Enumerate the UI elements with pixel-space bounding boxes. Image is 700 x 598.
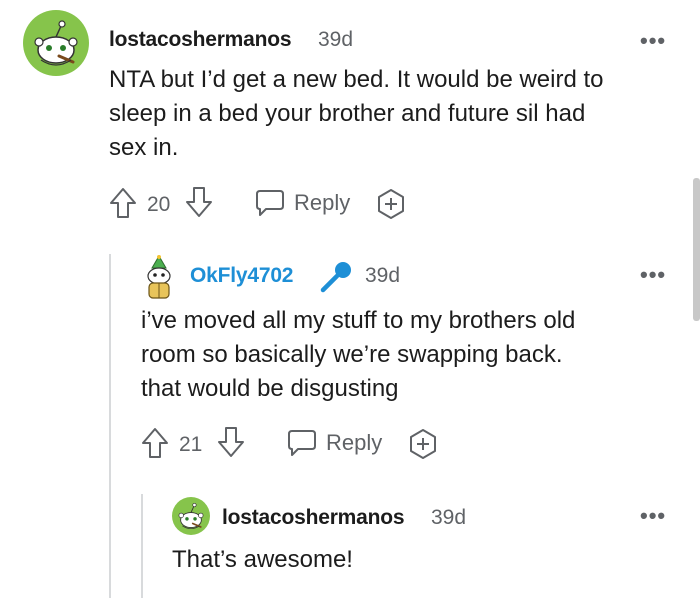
comment-username[interactable]: lostacoshermanos <box>222 506 405 530</box>
comment-timestamp: 39d <box>318 28 354 51</box>
scrollbar-thumb[interactable] <box>693 178 700 321</box>
vote-count: 20 <box>147 193 171 216</box>
more-options-button[interactable]: ••• <box>640 503 666 529</box>
comment-text-line: NTA but I’d get a new bed. It would be w… <box>109 66 604 93</box>
comment-text-line: sleep in a bed your brother and future s… <box>109 100 586 127</box>
thread-line[interactable] <box>141 494 143 598</box>
comment-text: That’s awesome! <box>172 543 652 577</box>
downvote-button[interactable] <box>216 425 246 459</box>
reply-label: Reply <box>294 190 351 215</box>
award-plus-icon <box>378 189 404 219</box>
reply-label: Reply <box>326 430 383 455</box>
comment-timestamp: 39d <box>365 264 401 287</box>
upvote-button[interactable] <box>140 426 170 460</box>
downvote-button[interactable] <box>184 185 214 219</box>
downvote-arrow-icon <box>218 427 244 457</box>
comment-username[interactable]: lostacoshermanos <box>109 28 292 52</box>
comment-username[interactable]: OkFly4702 <box>190 264 293 288</box>
avatar[interactable] <box>23 10 89 76</box>
comment-timestamp: 39d <box>431 506 467 529</box>
more-options-button[interactable]: ••• <box>640 28 666 54</box>
award-plus-icon <box>410 429 436 459</box>
comment-text-line: room so basically we’re swapping back. <box>141 341 563 368</box>
comment-text-line: That’s awesome! <box>172 546 353 573</box>
comment-text: NTA but I’d get a new bed. It would be w… <box>109 63 679 165</box>
award-button[interactable] <box>375 188 407 220</box>
upvote-button[interactable] <box>108 186 138 220</box>
speech-bubble-icon <box>288 430 316 456</box>
comment-text: i’ve moved all my stuff to my brothers o… <box>141 304 661 406</box>
microphone-icon <box>320 262 351 293</box>
speech-bubble-icon <box>256 190 284 216</box>
op-badge <box>318 259 354 295</box>
snoo-avatar-icon <box>23 10 89 76</box>
reply-button[interactable]: Reply <box>254 188 350 218</box>
snoo-avatar-icon <box>172 497 210 535</box>
snoo-avatar-icon <box>147 255 171 299</box>
comment-text-line: that would be disgusting <box>141 375 399 402</box>
comment-text-line: sex in. <box>109 134 179 161</box>
thread-line[interactable] <box>109 254 111 598</box>
avatar[interactable] <box>172 497 210 535</box>
upvote-arrow-icon <box>142 428 168 458</box>
reply-button[interactable]: Reply <box>286 428 382 458</box>
award-button[interactable] <box>407 428 439 460</box>
comment-text-line: i’ve moved all my stuff to my brothers o… <box>141 307 576 334</box>
vote-count: 21 <box>179 433 203 456</box>
upvote-arrow-icon <box>110 188 136 218</box>
avatar[interactable] <box>142 254 176 300</box>
downvote-arrow-icon <box>186 187 212 217</box>
more-options-button[interactable]: ••• <box>640 262 666 288</box>
